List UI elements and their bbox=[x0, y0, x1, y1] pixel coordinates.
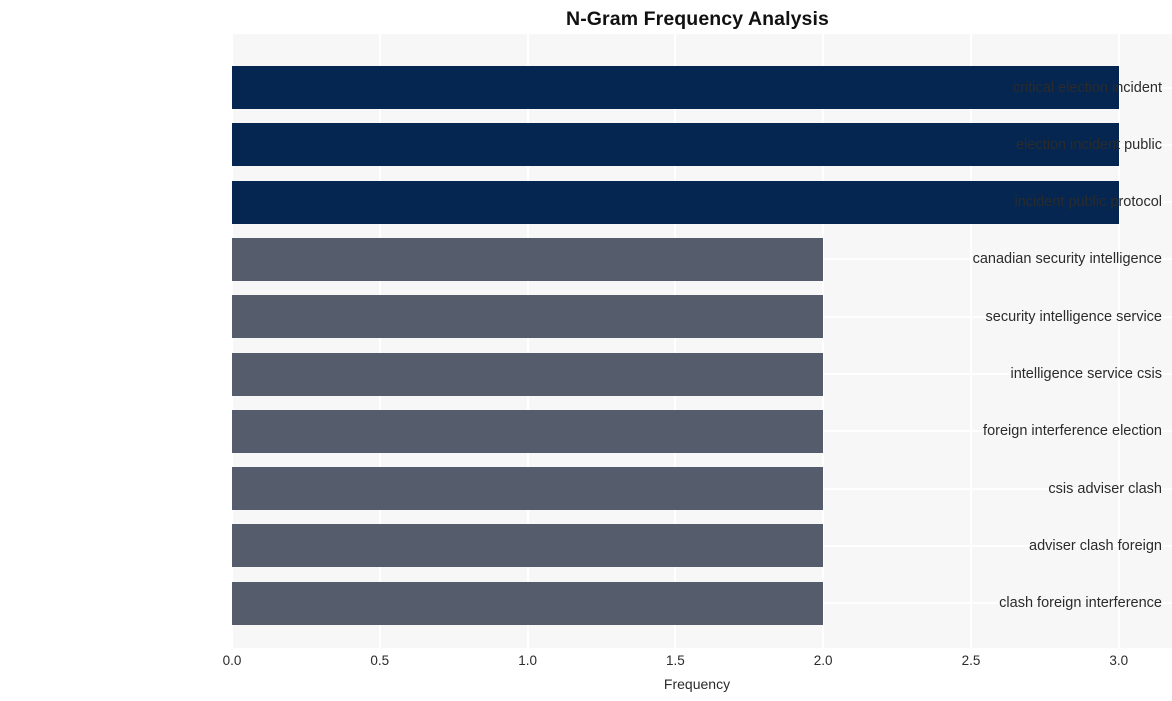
bar bbox=[232, 409, 824, 453]
ngram-frequency-chart: N-Gram Frequency Analysis critical elect… bbox=[0, 0, 1172, 701]
y-axis-tick-label: csis adviser clash bbox=[1048, 480, 1162, 497]
bar bbox=[232, 581, 824, 625]
bar bbox=[232, 237, 824, 281]
x-axis-tick-label: 1.5 bbox=[666, 653, 685, 668]
bar bbox=[232, 524, 824, 568]
y-axis-tick-label: canadian security intelligence bbox=[972, 251, 1162, 268]
y-axis-tick-label: clash foreign interference bbox=[999, 595, 1162, 612]
x-axis-tick-label: 3.0 bbox=[1109, 653, 1129, 668]
chart-title: N-Gram Frequency Analysis bbox=[566, 8, 829, 30]
x-axis-tick-label: 2.0 bbox=[813, 653, 833, 668]
y-axis-tick-label: incident public protocol bbox=[1014, 194, 1162, 211]
bar bbox=[232, 295, 824, 339]
bar bbox=[232, 352, 824, 396]
y-axis-tick-label: intelligence service csis bbox=[1010, 366, 1162, 382]
plot-area bbox=[232, 34, 1172, 648]
x-axis-tick-label: 0.0 bbox=[222, 653, 242, 668]
y-axis-tick-label: critical election incident bbox=[1012, 79, 1162, 96]
bar bbox=[232, 467, 824, 511]
x-axis-label: Frequency bbox=[663, 676, 731, 692]
x-axis-tick-label: 0.5 bbox=[370, 653, 390, 668]
y-axis-tick-label: foreign interference election bbox=[983, 423, 1162, 440]
y-axis-tick-label: adviser clash foreign bbox=[1029, 537, 1162, 554]
y-axis-tick-label: security intelligence service bbox=[985, 308, 1163, 325]
x-axis-tick-label: 1.0 bbox=[518, 653, 537, 668]
y-axis-tick-label: election incident public bbox=[1016, 136, 1162, 153]
x-axis-tick-label: 2.5 bbox=[961, 653, 981, 668]
